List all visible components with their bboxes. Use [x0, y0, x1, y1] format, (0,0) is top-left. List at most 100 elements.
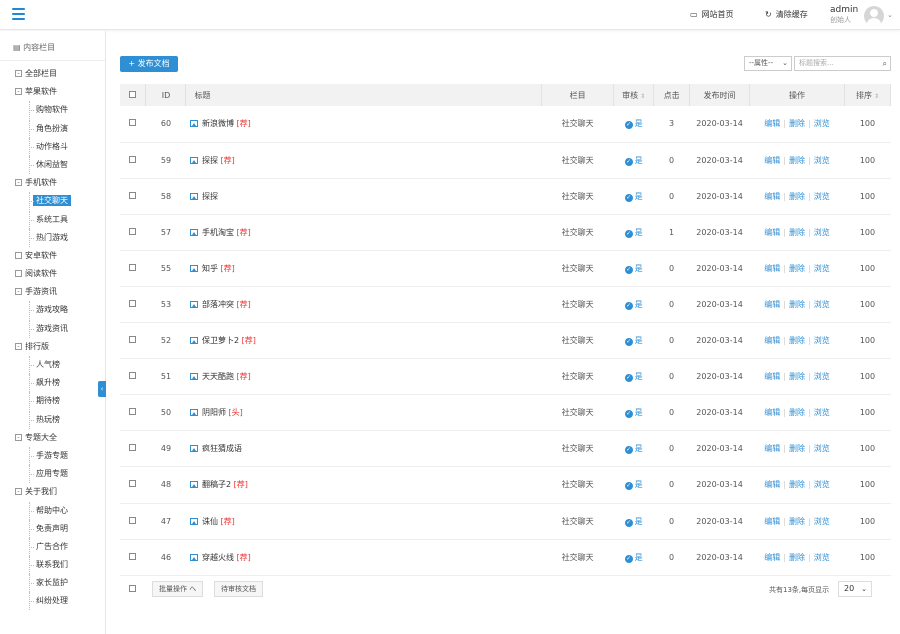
delete-link[interactable]: 删除	[789, 444, 805, 453]
view-link[interactable]: 浏览	[814, 372, 830, 381]
delete-link[interactable]: 删除	[789, 300, 805, 309]
row-audit[interactable]: ✓ 是	[613, 322, 654, 360]
sidebar-item[interactable]: 手游专题	[0, 446, 105, 465]
delete-link[interactable]: 删除	[789, 517, 805, 526]
tree-toggle-icon[interactable]	[15, 251, 22, 259]
row-audit[interactable]: ✓ 是	[613, 250, 654, 287]
sidebar-item[interactable]: - 全部栏目	[0, 65, 105, 83]
sidebar-item[interactable]: 购物软件	[0, 101, 105, 120]
tree-toggle-icon[interactable]: -	[15, 433, 22, 441]
select-all-checkbox[interactable]	[129, 90, 137, 98]
edit-link[interactable]: 编辑	[764, 300, 780, 309]
tree-toggle-icon[interactable]: -	[15, 288, 22, 296]
view-link[interactable]: 浏览	[814, 300, 830, 309]
sidebar-item[interactable]: - 专题大全	[0, 429, 105, 447]
row-checkbox[interactable]	[129, 119, 137, 127]
sidebar-item[interactable]: 免责声明	[0, 519, 105, 538]
row-checkbox[interactable]	[129, 372, 137, 380]
collapse-sidebar-button[interactable]: ‹	[98, 381, 106, 397]
sidebar-item[interactable]: - 手游资讯	[0, 283, 105, 301]
row-title[interactable]: 保卫萝卜2	[202, 336, 239, 345]
header-audit[interactable]: 审核 ⇕	[613, 84, 655, 106]
edit-link[interactable]: 编辑	[764, 119, 780, 128]
view-link[interactable]: 浏览	[814, 228, 830, 237]
sidebar-item[interactable]: 期待榜	[0, 392, 105, 411]
row-title[interactable]: 疯狂猜成语	[202, 444, 242, 453]
tree-toggle-icon[interactable]: -	[15, 488, 22, 496]
row-title[interactable]: 探探	[202, 156, 218, 165]
sidebar-item[interactable]: 游戏攻略	[0, 301, 105, 320]
row-title[interactable]: 知乎	[202, 264, 218, 273]
row-checkbox[interactable]	[129, 300, 137, 308]
edit-link[interactable]: 编辑	[764, 444, 780, 453]
edit-link[interactable]: 编辑	[764, 408, 780, 417]
edit-link[interactable]: 编辑	[764, 192, 780, 201]
view-link[interactable]: 浏览	[814, 119, 830, 128]
row-title[interactable]: 手机淘宝	[202, 228, 234, 237]
edit-link[interactable]: 编辑	[764, 336, 780, 345]
row-title[interactable]: 部落冲突	[202, 300, 234, 309]
sidebar-item[interactable]: 动作格斗	[0, 137, 105, 156]
sidebar-item[interactable]: 应用专题	[0, 465, 105, 484]
row-audit[interactable]: ✓ 是	[613, 286, 654, 324]
view-link[interactable]: 浏览	[814, 336, 830, 345]
row-checkbox[interactable]	[129, 552, 137, 560]
view-link[interactable]: 浏览	[814, 444, 830, 453]
view-link[interactable]: 浏览	[814, 192, 830, 201]
edit-link[interactable]: 编辑	[764, 517, 780, 526]
sidebar-item[interactable]: 阅读软件	[0, 265, 105, 283]
user-info[interactable]: admin 创始人	[830, 5, 858, 25]
edit-link[interactable]: 编辑	[764, 156, 780, 165]
row-title[interactable]: 诛仙	[202, 517, 218, 526]
row-title[interactable]: 阴阳师	[202, 408, 226, 417]
sidebar-item[interactable]: 系统工具	[0, 210, 105, 229]
sidebar-item[interactable]: 热玩榜	[0, 410, 105, 429]
edit-link[interactable]: 编辑	[764, 553, 780, 562]
row-checkbox[interactable]	[129, 408, 137, 416]
delete-link[interactable]: 删除	[789, 156, 805, 165]
sidebar-item[interactable]: 热门游戏	[0, 228, 105, 247]
row-audit[interactable]: ✓ 是	[613, 394, 654, 432]
sidebar-item[interactable]: - 排行版	[0, 338, 105, 356]
row-audit[interactable]: ✓ 是	[613, 106, 654, 143]
row-title[interactable]: 天天酷跑	[202, 372, 234, 381]
delete-link[interactable]: 删除	[789, 480, 805, 489]
row-title[interactable]: 新浪微博	[202, 119, 234, 128]
sidebar-item[interactable]: 家长监护	[0, 574, 105, 593]
avatar[interactable]	[864, 6, 884, 26]
clear-cache-link[interactable]: ↻ 清除缓存	[765, 9, 808, 20]
delete-link[interactable]: 删除	[789, 119, 805, 128]
site-home-link[interactable]: ▭ 网站首页	[690, 9, 734, 20]
view-link[interactable]: 浏览	[814, 408, 830, 417]
delete-link[interactable]: 删除	[789, 372, 805, 381]
tree-toggle-icon[interactable]: -	[15, 179, 22, 187]
delete-link[interactable]: 删除	[789, 553, 805, 562]
sidebar-item[interactable]: 纠纷处理	[0, 592, 105, 611]
row-checkbox[interactable]	[129, 263, 137, 271]
sidebar-item[interactable]: 休闲益智	[0, 155, 105, 174]
tree-toggle-icon[interactable]	[15, 270, 22, 278]
sidebar-item[interactable]: 游戏资讯	[0, 319, 105, 338]
sidebar-item[interactable]: - 手机软件	[0, 174, 105, 192]
tree-toggle-icon[interactable]: -	[15, 342, 22, 350]
delete-link[interactable]: 删除	[789, 228, 805, 237]
delete-link[interactable]: 删除	[789, 192, 805, 201]
sidebar-item[interactable]: - 苹果软件	[0, 83, 105, 101]
search-icon[interactable]: ⌕	[883, 57, 887, 70]
delete-link[interactable]: 删除	[789, 336, 805, 345]
row-title[interactable]: 探探	[202, 192, 218, 201]
edit-link[interactable]: 编辑	[764, 264, 780, 273]
row-audit[interactable]: ✓ 是	[613, 503, 654, 540]
sidebar-item[interactable]: 角色扮演	[0, 119, 105, 138]
hamburger-menu-icon[interactable]	[12, 8, 25, 20]
sidebar-item[interactable]: 安卓软件	[0, 247, 105, 265]
sidebar-item[interactable]: - 关于我们	[0, 483, 105, 501]
row-checkbox[interactable]	[129, 155, 137, 163]
chevron-down-icon[interactable]: ⌄	[887, 11, 893, 19]
sidebar-item[interactable]: 联系我们	[0, 556, 105, 575]
view-link[interactable]: 浏览	[814, 553, 830, 562]
row-audit[interactable]: ✓ 是	[613, 539, 654, 576]
row-checkbox[interactable]	[129, 227, 137, 235]
row-title[interactable]: 翻稿子2	[202, 480, 231, 489]
edit-link[interactable]: 编辑	[764, 372, 780, 381]
